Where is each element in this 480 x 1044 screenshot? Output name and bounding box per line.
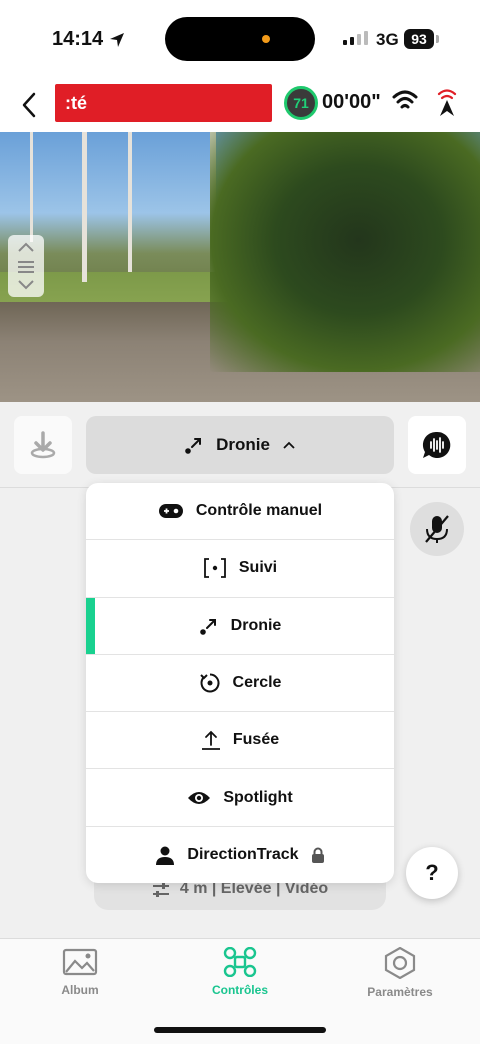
land-button[interactable] [14,416,72,474]
flight-status-banner[interactable]: :té [55,84,272,122]
wifi-signal-icon [392,90,418,109]
dynamic-island [165,17,315,61]
dronie-icon [185,438,202,454]
bottom-tab-bar: Album Contrôles Paramètres [0,938,480,1044]
mute-mic-button[interactable] [410,502,464,556]
mode-item-directiontrack[interactable]: DirectionTrack [86,827,394,883]
photo-icon [62,948,98,976]
land-icon [30,431,56,459]
mode-item-dronie[interactable]: Dronie [86,597,394,655]
camera-scene-tree [82,132,87,282]
tab-parametres[interactable]: Paramètres [340,947,460,999]
camera-scene-tree [30,132,33,242]
tab-label: Album [61,983,99,997]
flight-timer: 00'00" [322,91,381,113]
drone-icon [223,947,257,977]
privacy-dot [262,35,270,43]
home-indicator [154,1027,326,1033]
flight-mode-label: Dronie [216,435,270,454]
camera-scene-tree [128,132,132,272]
clock: 14:14 [52,28,125,51]
signal-bars-icon [343,31,368,45]
mode-item-label: Dronie [230,616,282,634]
mode-item-cercle[interactable]: Cercle [86,655,394,713]
mic-off-icon [425,515,449,543]
tab-controles[interactable]: Contrôles [180,947,300,997]
sliders-icon [152,883,169,897]
back-chevron-icon[interactable] [18,90,42,120]
gamepad-icon [158,504,183,519]
eye-icon [188,791,211,804]
tab-label: Paramètres [367,985,433,999]
dronie-icon [199,618,216,635]
battery-level: 93 [404,29,434,49]
gimbal-slider-icon [18,242,34,290]
drone-battery-ring: 71 [284,86,318,120]
mode-item-label: Cercle [232,674,282,692]
follow-target-icon [203,558,226,579]
mode-item-controle-manuel[interactable]: Contrôle manuel [86,483,394,541]
tab-label: Contrôles [211,983,268,997]
network-type: 3G [376,30,399,49]
tab-album[interactable]: Album [20,947,140,997]
mode-item-label: Contrôle manuel [195,502,323,520]
circle-orbit-icon [199,673,220,693]
voice-bubble-icon [422,431,451,458]
camera-scene-bush [210,132,480,372]
lock-icon [311,847,324,864]
chevron-up-icon [283,441,295,449]
person-icon [156,846,175,866]
mode-control-row: Dronie [0,402,480,488]
help-button[interactable]: ? [406,847,458,899]
gimbal-slider[interactable] [8,235,44,297]
mode-item-label: DirectionTrack [187,846,299,864]
camera-preview[interactable] [0,132,480,402]
flight-mode-selector[interactable]: Dronie [86,416,394,474]
voice-command-button[interactable] [408,416,466,474]
location-arrow-icon [110,32,125,47]
mode-item-fusee[interactable]: Fusée [86,712,394,770]
mode-item-label: Spotlight [223,788,293,806]
status-bar: 14:14 3G 93 [0,0,480,80]
rocket-icon [201,731,220,751]
mode-item-suivi[interactable]: Suivi [86,540,394,598]
mode-item-label: Suivi [238,559,278,577]
battery-nub [436,35,439,43]
flight-top-bar: :té 71 00'00" [0,80,480,132]
gps-compass-icon [437,89,457,116]
mode-item-spotlight[interactable]: Spotlight [86,769,394,827]
settings-hexagon-icon [384,947,416,979]
flight-mode-menu: Contrôle manuel Suivi Dronie Cercle Fusé… [86,483,394,883]
mode-item-label: Fusée [232,731,280,749]
